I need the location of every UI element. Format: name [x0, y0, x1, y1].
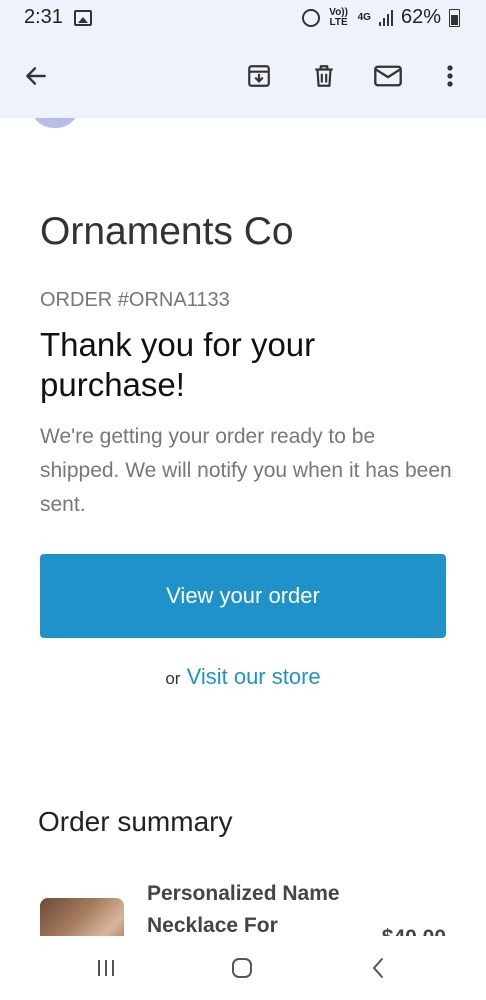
- more-vertical-icon: [447, 65, 453, 87]
- arrow-left-icon: [26, 67, 46, 85]
- brand-name: Ornaments Co: [40, 210, 294, 253]
- home-icon: [232, 958, 252, 978]
- delete-button[interactable]: [308, 60, 340, 92]
- network-label: 4G: [357, 11, 371, 23]
- more-options-button[interactable]: [434, 60, 466, 92]
- sender-avatar: [30, 118, 80, 128]
- product-price: $40.00: [382, 926, 446, 936]
- mail-icon: [374, 65, 402, 87]
- product-name: Personalized Name Necklace For: [147, 882, 340, 936]
- mark-unread-button[interactable]: [372, 60, 404, 92]
- signal-icon: [378, 9, 393, 26]
- thank-you-heading: Thank you for your purchase!: [40, 326, 316, 403]
- status-time: 2:31: [24, 6, 63, 28]
- back-chevron-icon: [373, 958, 383, 978]
- archive-icon: [248, 65, 270, 87]
- trash-icon: [315, 65, 333, 87]
- or-text: or: [165, 669, 181, 688]
- volte-label: Vo)) LTE: [329, 6, 348, 28]
- order-number: ORDER #ORNA1133: [40, 289, 230, 311]
- archive-button[interactable]: [243, 60, 275, 92]
- back-nav-button[interactable]: [358, 950, 398, 986]
- product-image: [40, 898, 124, 936]
- recents-button[interactable]: [86, 950, 126, 986]
- email-toolbar: [0, 36, 486, 118]
- email-body: Ornaments Co ORDER #ORNA1133 Thank you f…: [0, 118, 486, 936]
- system-navigation-bar: [0, 936, 486, 1000]
- battery-percent: 62%: [400, 6, 441, 28]
- order-summary-title: Order summary: [38, 806, 233, 837]
- store-link-row: or Visit our store: [0, 664, 486, 690]
- order-message: We're getting your order ready to be shi…: [40, 425, 452, 516]
- status-indicators: Vo)) LTE 4G 62%: [301, 6, 460, 29]
- status-bar: 2:31 Vo)) LTE 4G 62%: [0, 0, 486, 36]
- recents-icon: [98, 960, 114, 976]
- home-button[interactable]: [222, 950, 262, 986]
- back-button[interactable]: [20, 60, 52, 92]
- alarm-icon: [301, 8, 320, 27]
- visit-store-link[interactable]: Visit our store: [187, 664, 321, 689]
- battery-icon: [449, 8, 460, 27]
- gallery-notification-icon: [74, 10, 92, 26]
- view-order-button[interactable]: View your order: [40, 554, 446, 638]
